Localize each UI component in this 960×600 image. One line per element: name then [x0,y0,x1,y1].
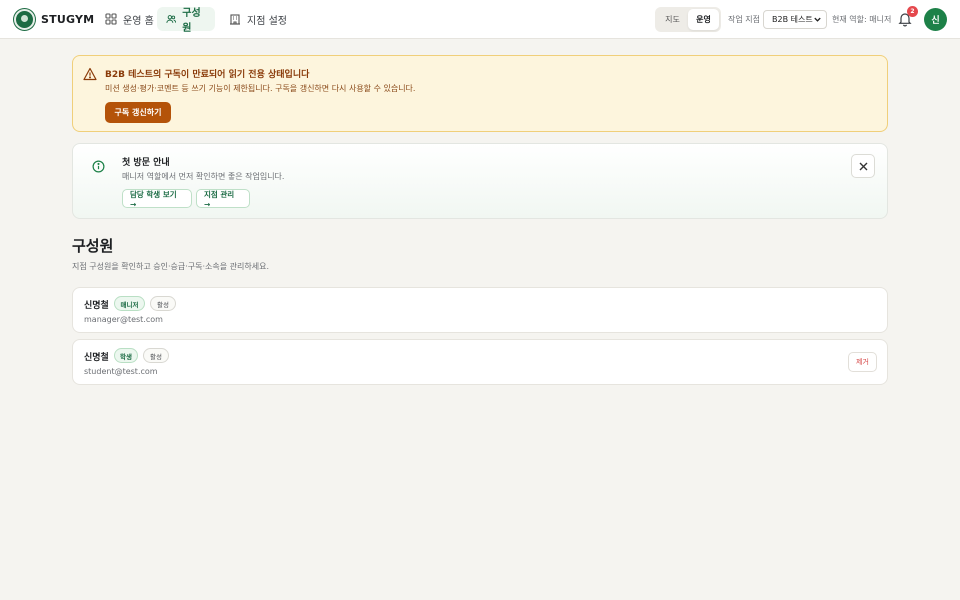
role-badge: 학생 [114,348,138,363]
close-guide-button[interactable] [851,154,875,178]
member-row: 신명철 매니저 활성 manager@test.com [72,287,888,333]
logo-mark-icon [14,9,35,30]
guide-title: 첫 방문 안내 [122,158,170,168]
banner-description: 미션 생성·평가·코멘트 등 쓰기 기능이 제한됩니다. 구독을 갱신하면 다시… [105,84,416,93]
nav-label: 운영 홈 [123,15,154,27]
status-badge: 활성 [143,348,169,363]
member-row: 신명철 학생 활성 student@test.com 제거 [72,339,888,385]
nav-label: 지점 설정 [247,15,287,27]
banner-title: B2B 테스트의 구독이 만료되어 읽기 전용 상태입니다 [105,70,310,80]
avatar[interactable]: 신 [924,8,947,31]
warning-icon [83,67,97,81]
brand-logo[interactable]: STUGYM [14,9,94,30]
page-subtitle: 지점 구성원을 확인하고 승인·승급·구독·소속을 관리하세요. [72,262,269,271]
mode-option-guide[interactable]: 지도 [657,9,688,30]
guide-description: 매니저 역할에서 먼저 확인하면 좋은 작업입니다. [122,172,285,181]
branch-select[interactable]: B2B 테스트 [763,10,827,29]
close-icon [859,162,867,170]
users-icon [166,15,177,23]
mode-option-operations[interactable]: 운영 [688,9,719,30]
nav-item-branch-settings[interactable]: 지점 설정 [220,7,296,31]
nav-item-operations-home[interactable]: 운영 홈 [96,7,163,31]
mode-toggle: 지도 운영 [655,7,721,32]
brand-name: STUGYM [41,13,95,26]
notification-count-badge: 2 [907,6,918,17]
remove-member-button[interactable]: 제거 [848,352,877,372]
first-visit-guide-card: 첫 방문 안내 매니저 역할에서 먼저 확인하면 좋은 작업입니다. 담당 학생… [72,143,888,219]
member-name: 신명철 [84,301,109,311]
info-icon [92,160,105,173]
subscription-expired-banner: B2B 테스트의 구독이 만료되어 읽기 전용 상태입니다 미션 생성·평가·코… [72,55,888,132]
manage-branch-button[interactable]: 지점 관리 → [196,189,250,209]
status-badge: 활성 [150,296,176,311]
branch-select-label: 작업 지점 [728,15,760,24]
page-title: 구성원 [72,237,114,255]
grid-icon [105,13,117,25]
member-name: 신명철 [84,353,109,363]
nav-item-members[interactable]: 구성원 [157,7,215,34]
view-assigned-students-button[interactable]: 담당 학생 보기 → [122,189,192,209]
current-role-text: 현재 역할: 매니저 [832,15,892,24]
top-bar: STUGYM 운영 홈 구성원 지점 설정 지도 운영 작업 지점 B2B 테스… [0,0,960,39]
member-email: student@test.com [84,367,158,376]
renew-subscription-button[interactable]: 구독 갱신하기 [105,102,171,123]
role-badge: 매니저 [114,296,145,311]
chevron-down-icon [814,17,821,22]
member-email: manager@test.com [84,315,163,324]
nav-label: 구성원 [182,8,201,34]
building-icon [230,14,240,25]
branch-select-value: B2B 테스트 [772,15,813,24]
